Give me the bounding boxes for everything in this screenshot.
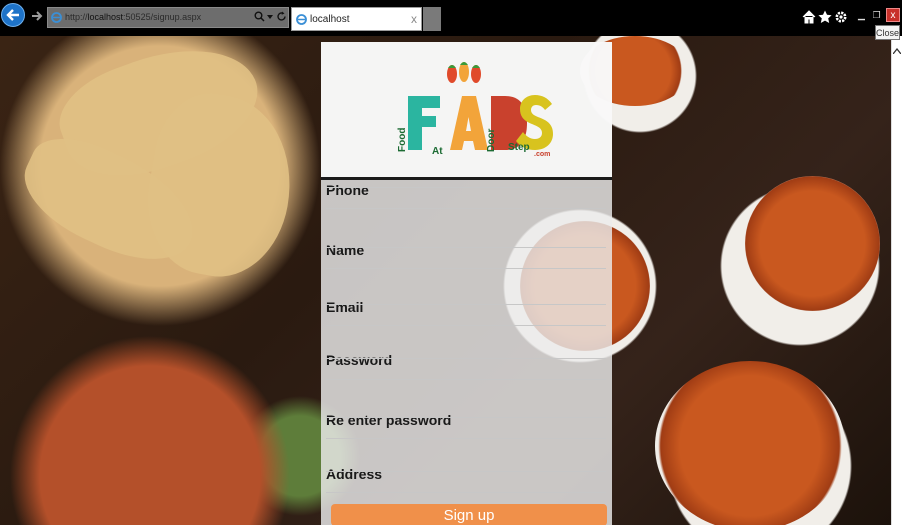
ie-icon: [51, 12, 62, 23]
address-url: http://localhost:50525/signup.aspx: [65, 12, 202, 22]
star-icon[interactable]: [818, 10, 832, 24]
vertical-scrollbar[interactable]: [891, 36, 902, 525]
reenter-password-field[interactable]: [326, 417, 606, 439]
address-bar[interactable]: http://localhost:50525/signup.aspx: [47, 7, 289, 28]
signup-button[interactable]: Sign up: [331, 504, 607, 525]
email-field[interactable]: [326, 304, 606, 326]
header-divider: [321, 177, 612, 180]
minimize-icon[interactable]: ▁: [855, 9, 868, 21]
tab-localhost[interactable]: localhost x: [291, 7, 422, 31]
svg-text:Step: Step: [508, 142, 530, 153]
chevron-down-icon[interactable]: [267, 15, 273, 20]
password-field[interactable]: [326, 358, 606, 380]
svg-text:.com: .com: [534, 151, 550, 158]
restore-icon[interactable]: ❐: [870, 9, 883, 21]
back-button[interactable]: [1, 3, 25, 27]
signup-form-panel: Food At Door Step .com Phone Name Email …: [321, 42, 612, 525]
scroll-up-icon[interactable]: [893, 48, 901, 54]
window-close-button[interactable]: x: [886, 8, 900, 22]
close-tooltip: Close: [875, 25, 900, 40]
address-field[interactable]: [326, 471, 606, 493]
fads-logo: Food At Door Step .com: [397, 62, 553, 158]
svg-text:Door: Door: [486, 129, 497, 152]
home-icon[interactable]: [802, 10, 816, 24]
new-tab-button[interactable]: [423, 7, 441, 31]
phone-field[interactable]: [326, 187, 606, 209]
logo-area: Food At Door Step .com: [321, 42, 612, 177]
arrow-left-icon: [6, 9, 19, 21]
refresh-icon[interactable]: [276, 11, 287, 22]
gear-icon[interactable]: [834, 10, 848, 24]
tab-title: localhost: [310, 14, 350, 25]
svg-text:At: At: [432, 146, 443, 157]
browser-chrome: http://localhost:50525/signup.aspx local…: [0, 0, 902, 40]
svg-text:Food: Food: [397, 128, 408, 152]
search-icon[interactable]: [254, 11, 265, 22]
ie-icon: [296, 14, 307, 25]
page-viewport: Food At Door Step .com Phone Name Email …: [0, 36, 891, 525]
name-field[interactable]: [326, 247, 606, 269]
forward-button[interactable]: [30, 9, 44, 23]
tab-close-icon[interactable]: x: [411, 12, 417, 26]
